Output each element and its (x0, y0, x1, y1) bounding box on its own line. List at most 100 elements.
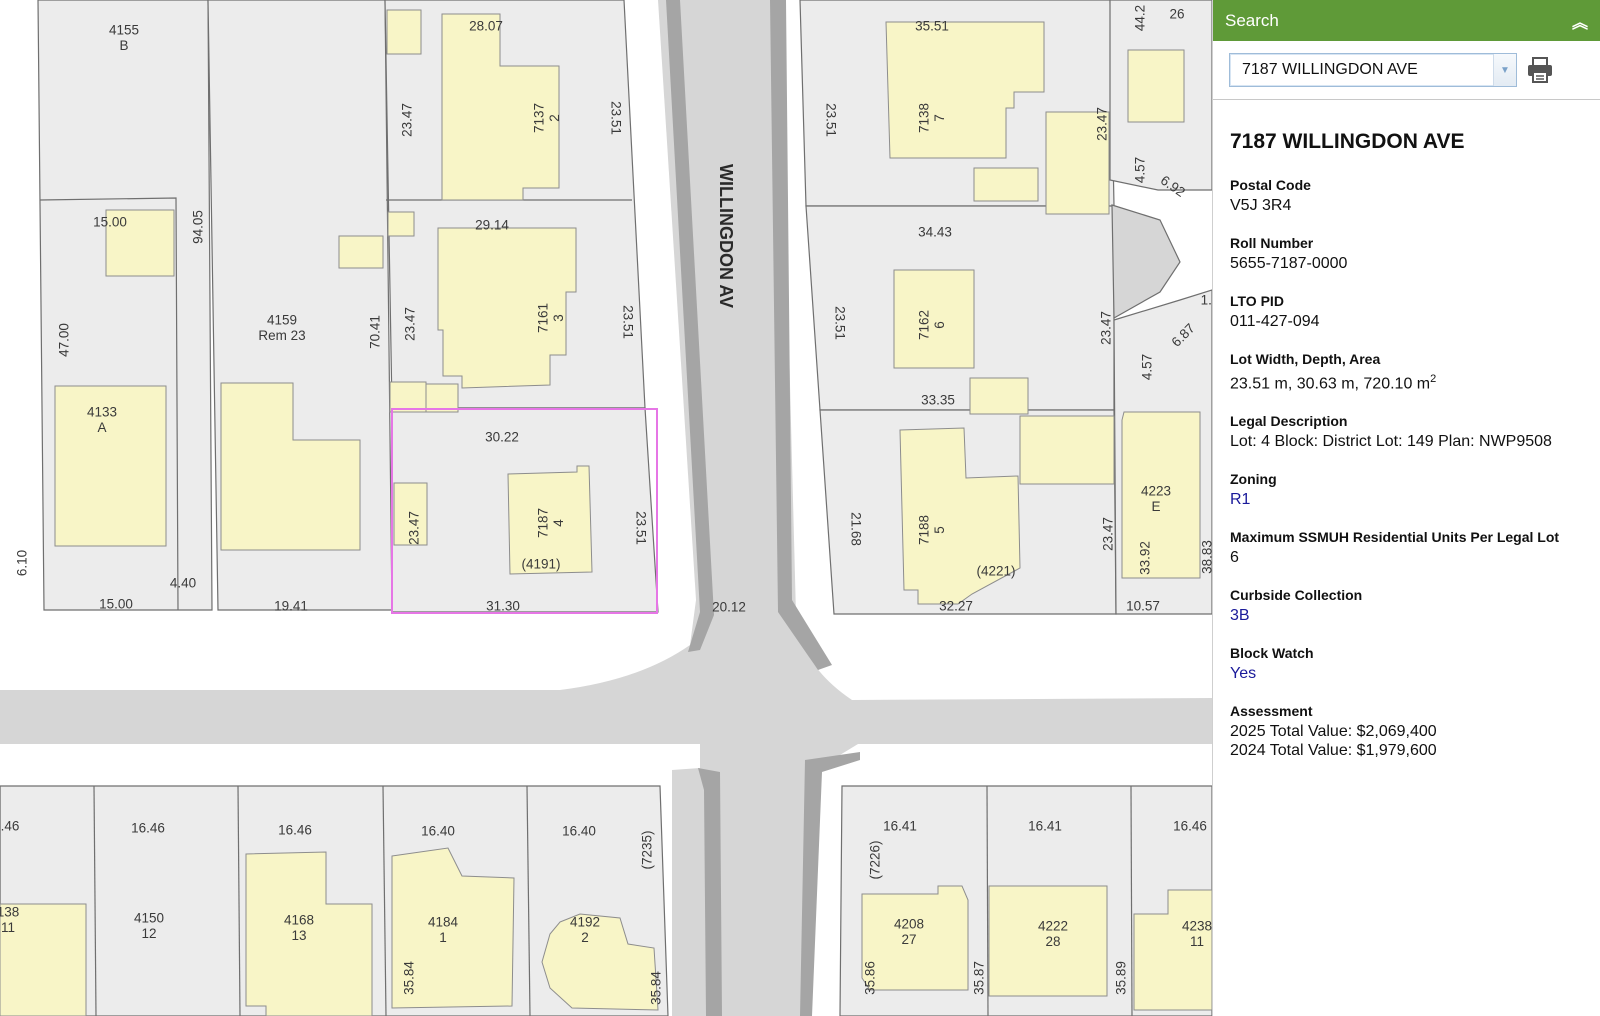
curbside-field: Curbside Collection 3B (1230, 587, 1584, 625)
map-label-d12: 94.05 (191, 210, 206, 244)
legal-description-field: Legal Description Lot: 4 Block: District… (1230, 413, 1584, 451)
map-label-d37: 1.1 (1201, 293, 1212, 308)
curbside-link[interactable]: 3B (1230, 606, 1584, 625)
panel-header-title: Search (1225, 10, 1279, 30)
map-label-d25: 23.47 (1099, 311, 1114, 345)
map-label-d22: 23.47 (1095, 107, 1110, 141)
map-label-d41: 16.46 (131, 821, 165, 836)
search-row: ▼ (1213, 41, 1600, 100)
map-label-p4191: (4191) (521, 557, 560, 572)
lot-parcels (0, 0, 1212, 1016)
dropdown-arrow-icon[interactable]: ▼ (1493, 54, 1516, 86)
map-label-d7: 30.22 (485, 430, 519, 445)
assessment-label: Assessment (1230, 703, 1313, 720)
map-label-d32: 38.83 (1200, 540, 1212, 574)
map-label-p7235: (7235) (640, 830, 655, 869)
map-label-d23: 34.43 (918, 225, 952, 240)
map-label-d13: 47.00 (57, 323, 72, 357)
property-title: 7187 WILLINGDON AVE (1230, 130, 1465, 153)
print-button[interactable] (1525, 55, 1555, 85)
lot-dimensions-label: Lot Width, Depth, Area (1230, 351, 1381, 367)
postal-code-value: V5J 3R4 (1230, 197, 1292, 214)
area-unit-superscript: 2 (1430, 373, 1437, 385)
assessment-field: Assessment 2025 Total Value: $2,069,400 … (1230, 703, 1584, 760)
map-label-d21: 23.51 (823, 103, 838, 137)
map-view[interactable]: WILLINGDON AV 4155 B 4159 Rem 23 4133 A 71372 7… (0, 0, 1212, 1016)
lot-dimensions-value-row: 23.51 m, 30.63 m, 720.10 m2 (1230, 370, 1584, 393)
map-label-d39: 26 (1169, 7, 1184, 22)
map-label-d40: .46 (1, 819, 20, 834)
map-label-d49: 35.84 (649, 971, 664, 1005)
map-label-d20: 35.51 (915, 19, 949, 34)
map-label-d52: 35.89 (1114, 961, 1129, 995)
ssmuh-field: Maximum SSMUH Residential Units Per Lega… (1230, 529, 1584, 567)
map-label-d47: 16.46 (1173, 819, 1207, 834)
roll-number-label: Roll Number (1230, 235, 1314, 251)
postal-code-field: Postal Code V5J 3R4 (1230, 177, 1584, 215)
map-label-d3: 23.51 (608, 101, 623, 135)
property-details: 7187 WILLINGDON AVE Postal Code V5J 3R4 … (1213, 100, 1600, 760)
map-label-p4221: (4221) (976, 564, 1015, 579)
map-label-d30: 10.57 (1126, 599, 1160, 614)
map-label-d8: 23.47 (407, 511, 422, 545)
map-label-d16: 4.40 (170, 576, 196, 591)
map-label-d29: 32.27 (939, 599, 973, 614)
zoning-link[interactable]: R1 (1230, 490, 1584, 509)
lto-pid-label: LTO PID (1230, 293, 1284, 309)
map-label-d27: 21.68 (848, 512, 863, 546)
map-label-d4: 29.14 (475, 218, 509, 233)
lto-pid-value: 011-427-094 (1230, 313, 1320, 330)
map-label-d48: 35.84 (402, 961, 417, 995)
assessment-2025: 2025 Total Value: $2,069,400 (1230, 723, 1437, 741)
roll-number-value: 5655-7187-0000 (1230, 255, 1348, 272)
map-label-p7226: (7226) (868, 840, 883, 879)
map-label-d38: 44.2 (1133, 5, 1148, 31)
map-label-d9: 23.51 (633, 511, 648, 545)
map-label-d46: 16.41 (1028, 819, 1062, 834)
map-label-d43: 16.40 (421, 824, 455, 839)
ssmuh-label: Maximum SSMUH Residential Units Per Lega… (1230, 529, 1560, 546)
map-label-d5: 23.47 (403, 307, 418, 341)
printer-icon (1528, 57, 1552, 83)
curbside-label: Curbside Collection (1230, 587, 1363, 604)
lot-dimensions-value: 23.51 m, 30.63 m, 720.10 m (1230, 375, 1431, 393)
map-label-d26: 33.35 (921, 393, 955, 408)
map-label-d17: 15.00 (99, 597, 133, 612)
block-watch-field: Block Watch Yes (1230, 645, 1584, 683)
map-label-d15: 6.10 (15, 550, 30, 576)
map-canvas[interactable]: WILLINGDON AV 4155 B4159 Rem 234133 A713727… (0, 0, 1212, 1016)
map-label-d2: 23.47 (400, 103, 415, 137)
map-label-d28: 23.47 (1101, 517, 1116, 551)
map-label-d14: 70.41 (368, 315, 383, 349)
collapse-icon[interactable]: ︽ (1572, 9, 1588, 33)
ssmuh-value: 6 (1230, 549, 1239, 567)
map-label-d42: 16.46 (278, 823, 312, 838)
map-label-d50: 35.86 (863, 961, 878, 995)
legal-description-label: Legal Description (1230, 413, 1348, 430)
lot-dimensions-field: Lot Width, Depth, Area 23.51 m, 30.63 m,… (1230, 351, 1584, 393)
street-label: WILLINGDON AV (716, 164, 736, 308)
map-label-d51: 35.87 (972, 961, 987, 995)
map-label-d31: 33.92 (1138, 541, 1153, 575)
map-label-d11: 15.00 (93, 215, 127, 230)
map-label-d45: 16.41 (883, 819, 917, 834)
map-label-d19: 20.12 (712, 600, 746, 615)
map-label-d24: 23.51 (832, 306, 847, 340)
zoning-label: Zoning (1230, 471, 1277, 488)
block-watch-link[interactable]: Yes (1230, 664, 1584, 683)
search-panel: Search ︽ ▼ 7187 WILLINGDON AVE Postal Co… (1212, 0, 1600, 1016)
search-combobox[interactable]: ▼ (1229, 53, 1517, 87)
search-input[interactable] (1230, 54, 1493, 86)
zoning-field: Zoning R1 (1230, 471, 1584, 509)
lto-pid-field: LTO PID 011-427-094 (1230, 293, 1584, 331)
block-watch-label: Block Watch (1230, 645, 1314, 662)
roll-number-field: Roll Number 5655-7187-0000 (1230, 235, 1584, 273)
panel-header: Search ︽ (1213, 0, 1600, 41)
map-label-d6: 23.51 (620, 305, 635, 339)
legal-description-value: Lot: 4 Block: District Lot: 149 Plan: NW… (1230, 433, 1552, 451)
map-label-d18: 19.41 (274, 599, 308, 614)
postal-code-label: Postal Code (1230, 177, 1311, 193)
map-label-d33: 4.57 (1133, 157, 1148, 183)
assessment-2024: 2024 Total Value: $1,979,600 (1230, 742, 1437, 760)
map-label-d35: 4.57 (1140, 354, 1155, 380)
